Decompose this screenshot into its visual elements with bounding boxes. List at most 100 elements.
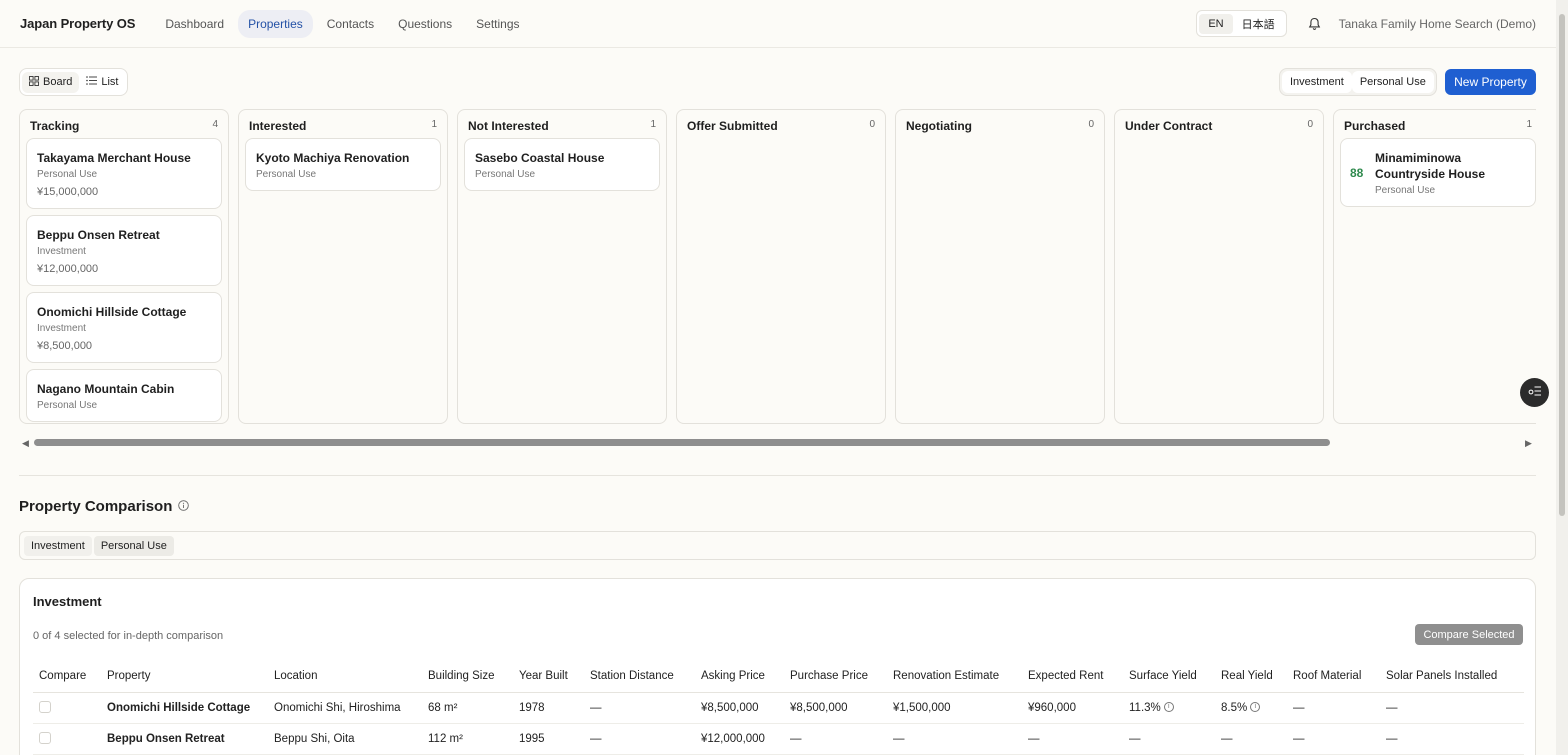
list-icon [86, 76, 98, 88]
nav-questions[interactable]: Questions [388, 10, 462, 38]
real-yield-cell: 8.5% i [1215, 692, 1287, 724]
table-header-row: Compare Property Location Building Size … [33, 661, 1524, 693]
board-view-button[interactable]: Board [22, 71, 80, 93]
language-toggle: EN 日本語 [1196, 10, 1287, 37]
top-nav: Japan Property OS Dashboard Properties C… [0, 0, 1556, 48]
roof-cell: — [1287, 692, 1380, 724]
card-price: ¥8,500,000 [37, 340, 93, 352]
property-card[interactable]: Takayama Merchant House Personal Use ¥15… [26, 138, 222, 209]
nav-settings[interactable]: Settings [466, 10, 529, 38]
bell-icon[interactable] [1307, 16, 1323, 32]
info-icon[interactable] [178, 498, 190, 515]
header-real-yield: Real Yield [1215, 661, 1287, 693]
column-negotiating: Negotiating 0 [895, 109, 1105, 424]
scroll-right-icon[interactable]: ▶ [1525, 438, 1532, 449]
header-renovation-estimate: Renovation Estimate [887, 661, 1022, 693]
compare-checkbox[interactable] [39, 701, 51, 714]
property-score: 88 [1350, 166, 1364, 180]
vertical-scroll-thumb[interactable] [1559, 14, 1565, 516]
nav-right: EN 日本語 Tanaka Family Home Search (Demo) [1196, 10, 1536, 37]
compare-selected-button[interactable]: Compare Selected [1415, 624, 1523, 645]
info-icon[interactable]: i [1250, 702, 1261, 713]
tab-personal-use[interactable]: Personal Use [93, 535, 174, 556]
list-view-label: List [101, 76, 119, 88]
property-name[interactable]: Onomichi Hillside Cottage [101, 692, 268, 724]
solar-cell: — [1380, 723, 1524, 755]
workspace-selector[interactable]: Tanaka Family Home Search (Demo) [1339, 17, 1536, 31]
year-cell: 1978 [513, 692, 584, 724]
column-header: Tracking 4 [20, 110, 228, 138]
asking-cell: ¥8,500,000 [695, 692, 784, 724]
new-property-button[interactable]: New Property [1445, 69, 1536, 95]
station-cell: — [584, 723, 695, 755]
size-cell: 68 m² [422, 692, 513, 724]
investment-section-title: Investment [33, 594, 102, 609]
card-use: Personal Use [1375, 185, 1436, 196]
property-card[interactable]: 88 Minamiminowa Countryside House Person… [1340, 138, 1536, 207]
board-horizontal-scrollbar[interactable]: ◀ ▶ [19, 436, 1536, 450]
lang-en-button[interactable]: EN [1199, 13, 1233, 34]
column-not-interested: Not Interested 1 Sasebo Coastal House Per… [457, 109, 667, 424]
property-card[interactable]: Beppu Onsen Retreat Investment ¥12,000,0… [26, 215, 222, 286]
renovation-cell: — [887, 723, 1022, 755]
filter-investment[interactable]: Investment [1282, 71, 1352, 93]
property-card[interactable]: Nagano Mountain Cabin Personal Use [26, 369, 222, 422]
nav-dashboard[interactable]: Dashboard [155, 10, 234, 38]
column-header: Purchased 1 [1334, 110, 1536, 138]
investment-comparison-card: Investment 0 of 4 selected for in-depth … [19, 578, 1536, 755]
location-cell: Beppu Shi, Oita [268, 723, 422, 755]
card-use: Personal Use [256, 169, 317, 180]
horizontal-scroll-thumb[interactable] [34, 439, 1330, 446]
size-cell: 112 m² [422, 723, 513, 755]
real-yield-value: 8.5% [1221, 701, 1248, 714]
use-filter: Investment Personal Use [1279, 68, 1437, 96]
purchase-cell: — [784, 723, 887, 755]
compare-cell [33, 723, 101, 755]
table-row: Beppu Onsen Retreat Beppu Shi, Oita 112 … [33, 723, 1524, 755]
selection-count: 0 of 4 selected for in-depth comparison [33, 630, 224, 642]
compare-checkbox[interactable] [39, 732, 51, 745]
column-title: Offer Submitted [687, 119, 778, 133]
header-surface-yield: Surface Yield [1123, 661, 1215, 693]
property-card[interactable]: Onomichi Hillside Cottage Investment ¥8,… [26, 292, 222, 363]
header-location: Location [268, 661, 422, 693]
board-view-label: Board [43, 76, 73, 88]
header-asking-price: Asking Price [695, 661, 784, 693]
column-title: Not Interested [468, 119, 549, 133]
column-title: Interested [249, 119, 307, 133]
column-tracking: Tracking 4 Takayama Merchant House Person… [19, 109, 229, 424]
column-header: Under Contract 0 [1115, 110, 1323, 138]
lang-ja-button[interactable]: 日本語 [1233, 12, 1284, 36]
column-count: 0 [1088, 119, 1094, 130]
column-header: Not Interested 1 [458, 110, 666, 138]
list-view-button[interactable]: List [79, 72, 125, 92]
filter-personal-use[interactable]: Personal Use [1351, 71, 1434, 93]
tasks-fab-button[interactable] [1520, 378, 1549, 407]
property-card[interactable]: Sasebo Coastal House Personal Use [464, 138, 660, 191]
header-compare: Compare [33, 661, 101, 693]
column-purchased: Purchased 1 88 Minamiminowa Countryside H… [1333, 109, 1536, 424]
column-count: 1 [1526, 119, 1532, 130]
nav-contacts[interactable]: Contacts [317, 10, 384, 38]
property-card[interactable]: Kyoto Machiya Renovation Personal Use [245, 138, 441, 191]
property-name[interactable]: Beppu Onsen Retreat [101, 723, 268, 755]
scroll-left-icon[interactable]: ◀ [22, 438, 29, 449]
asking-cell: ¥12,000,000 [695, 723, 784, 755]
vertical-scrollbar[interactable] [1556, 0, 1568, 755]
column-count: 4 [212, 119, 218, 130]
app-brand[interactable]: Japan Property OS [20, 16, 135, 31]
card-use: Personal Use [37, 400, 98, 411]
card-price: ¥15,000,000 [37, 186, 99, 198]
tab-investment[interactable]: Investment [24, 535, 92, 556]
header-year-built: Year Built [513, 661, 584, 693]
column-title: Under Contract [1125, 119, 1213, 133]
info-icon[interactable]: i [1163, 702, 1174, 713]
header-roof-material: Roof Material [1287, 661, 1380, 693]
header-expected-rent: Expected Rent [1022, 661, 1123, 693]
column-count: 0 [869, 119, 875, 130]
nav-properties[interactable]: Properties [238, 9, 313, 38]
rent-cell: — [1022, 723, 1123, 755]
column-header: Interested 1 [239, 110, 447, 138]
card-title: Nagano Mountain Cabin [37, 382, 175, 396]
purchase-cell: ¥8,500,000 [784, 692, 887, 724]
